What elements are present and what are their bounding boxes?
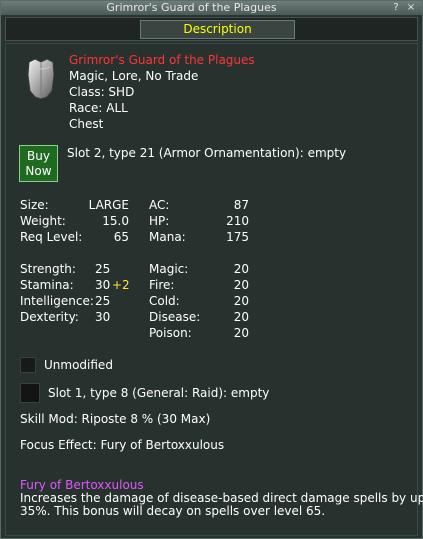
chest-armor-icon: [27, 58, 55, 100]
attr-label: Intelligence:: [20, 294, 94, 308]
stat-label: HP:: [149, 214, 170, 228]
stat-value: 210: [226, 214, 249, 228]
item-race: Race: ALL: [69, 101, 128, 115]
attr-value: 25: [95, 262, 111, 276]
stat-label: AC:: [149, 198, 170, 212]
resist-label: Magic:: [149, 262, 189, 276]
ornament-slot: Slot 2, type 21 (Armor Ornamentation): e…: [67, 146, 347, 160]
stat-value: LARGE: [88, 198, 129, 212]
stat-label: Size:: [20, 198, 49, 212]
attr-value: 30: [95, 278, 111, 292]
window-title: Grimror's Guard of the Plagues: [106, 1, 277, 14]
item-slot: Chest: [69, 117, 104, 131]
resist-label: Cold:: [149, 294, 180, 308]
title-bar[interactable]: Grimror's Guard of the Plagues ? ×: [1, 1, 422, 16]
skill-mod: Skill Mod: Riposte 8 % (30 Max): [20, 412, 211, 426]
close-button[interactable]: ×: [405, 2, 417, 14]
buy-now-line2: Now: [25, 164, 52, 178]
stat-value: 65: [113, 230, 129, 244]
attr-value: 25: [95, 294, 111, 308]
attr-bonus: +2: [112, 278, 130, 292]
resist-value: 20: [233, 262, 249, 276]
stat-value: 175: [226, 230, 249, 244]
resist-value: 20: [233, 310, 249, 324]
stat-label: Weight:: [20, 214, 66, 228]
unmodified-checkbox[interactable]: [20, 357, 36, 373]
resist-label: Fire:: [149, 278, 175, 292]
buy-now-button[interactable]: Buy Now: [19, 145, 58, 182]
stat-label: Mana:: [149, 230, 186, 244]
focus-desc-line2: 35%. This bonus will decay on spells ove…: [20, 504, 326, 518]
focus-effect: Focus Effect: Fury of Bertoxxulous: [20, 438, 225, 452]
item-flags: Magic, Lore, No Trade: [69, 69, 199, 83]
stat-value: 15.0: [102, 214, 129, 228]
attr-label: Dexterity:: [20, 310, 79, 324]
attr-value: 30: [95, 310, 111, 324]
tab-description[interactable]: Description: [140, 20, 295, 39]
resist-label: Poison:: [149, 326, 192, 340]
resist-value: 20: [233, 326, 249, 340]
unmodified-label: Unmodified: [44, 358, 113, 372]
item-name: Grimror's Guard of the Plagues: [69, 53, 255, 67]
help-button[interactable]: ?: [390, 2, 402, 14]
resist-value: 20: [233, 278, 249, 292]
raid-slot: Slot 1, type 8 (General: Raid): empty: [48, 386, 270, 400]
stat-label: Req Level:: [20, 230, 83, 244]
tab-bar: Description: [5, 17, 418, 41]
resist-value: 20: [233, 294, 249, 308]
item-class: Class: SHD: [69, 85, 135, 99]
item-display-window: Grimror's Guard of the Plagues ? × Descr…: [0, 0, 423, 539]
stat-value: 87: [233, 198, 249, 212]
attr-label: Stamina:: [20, 278, 74, 292]
attr-label: Strength:: [20, 262, 76, 276]
augment-slot-icon[interactable]: [20, 383, 40, 403]
resist-label: Disease:: [149, 310, 201, 324]
buy-now-line1: Buy: [27, 149, 50, 163]
